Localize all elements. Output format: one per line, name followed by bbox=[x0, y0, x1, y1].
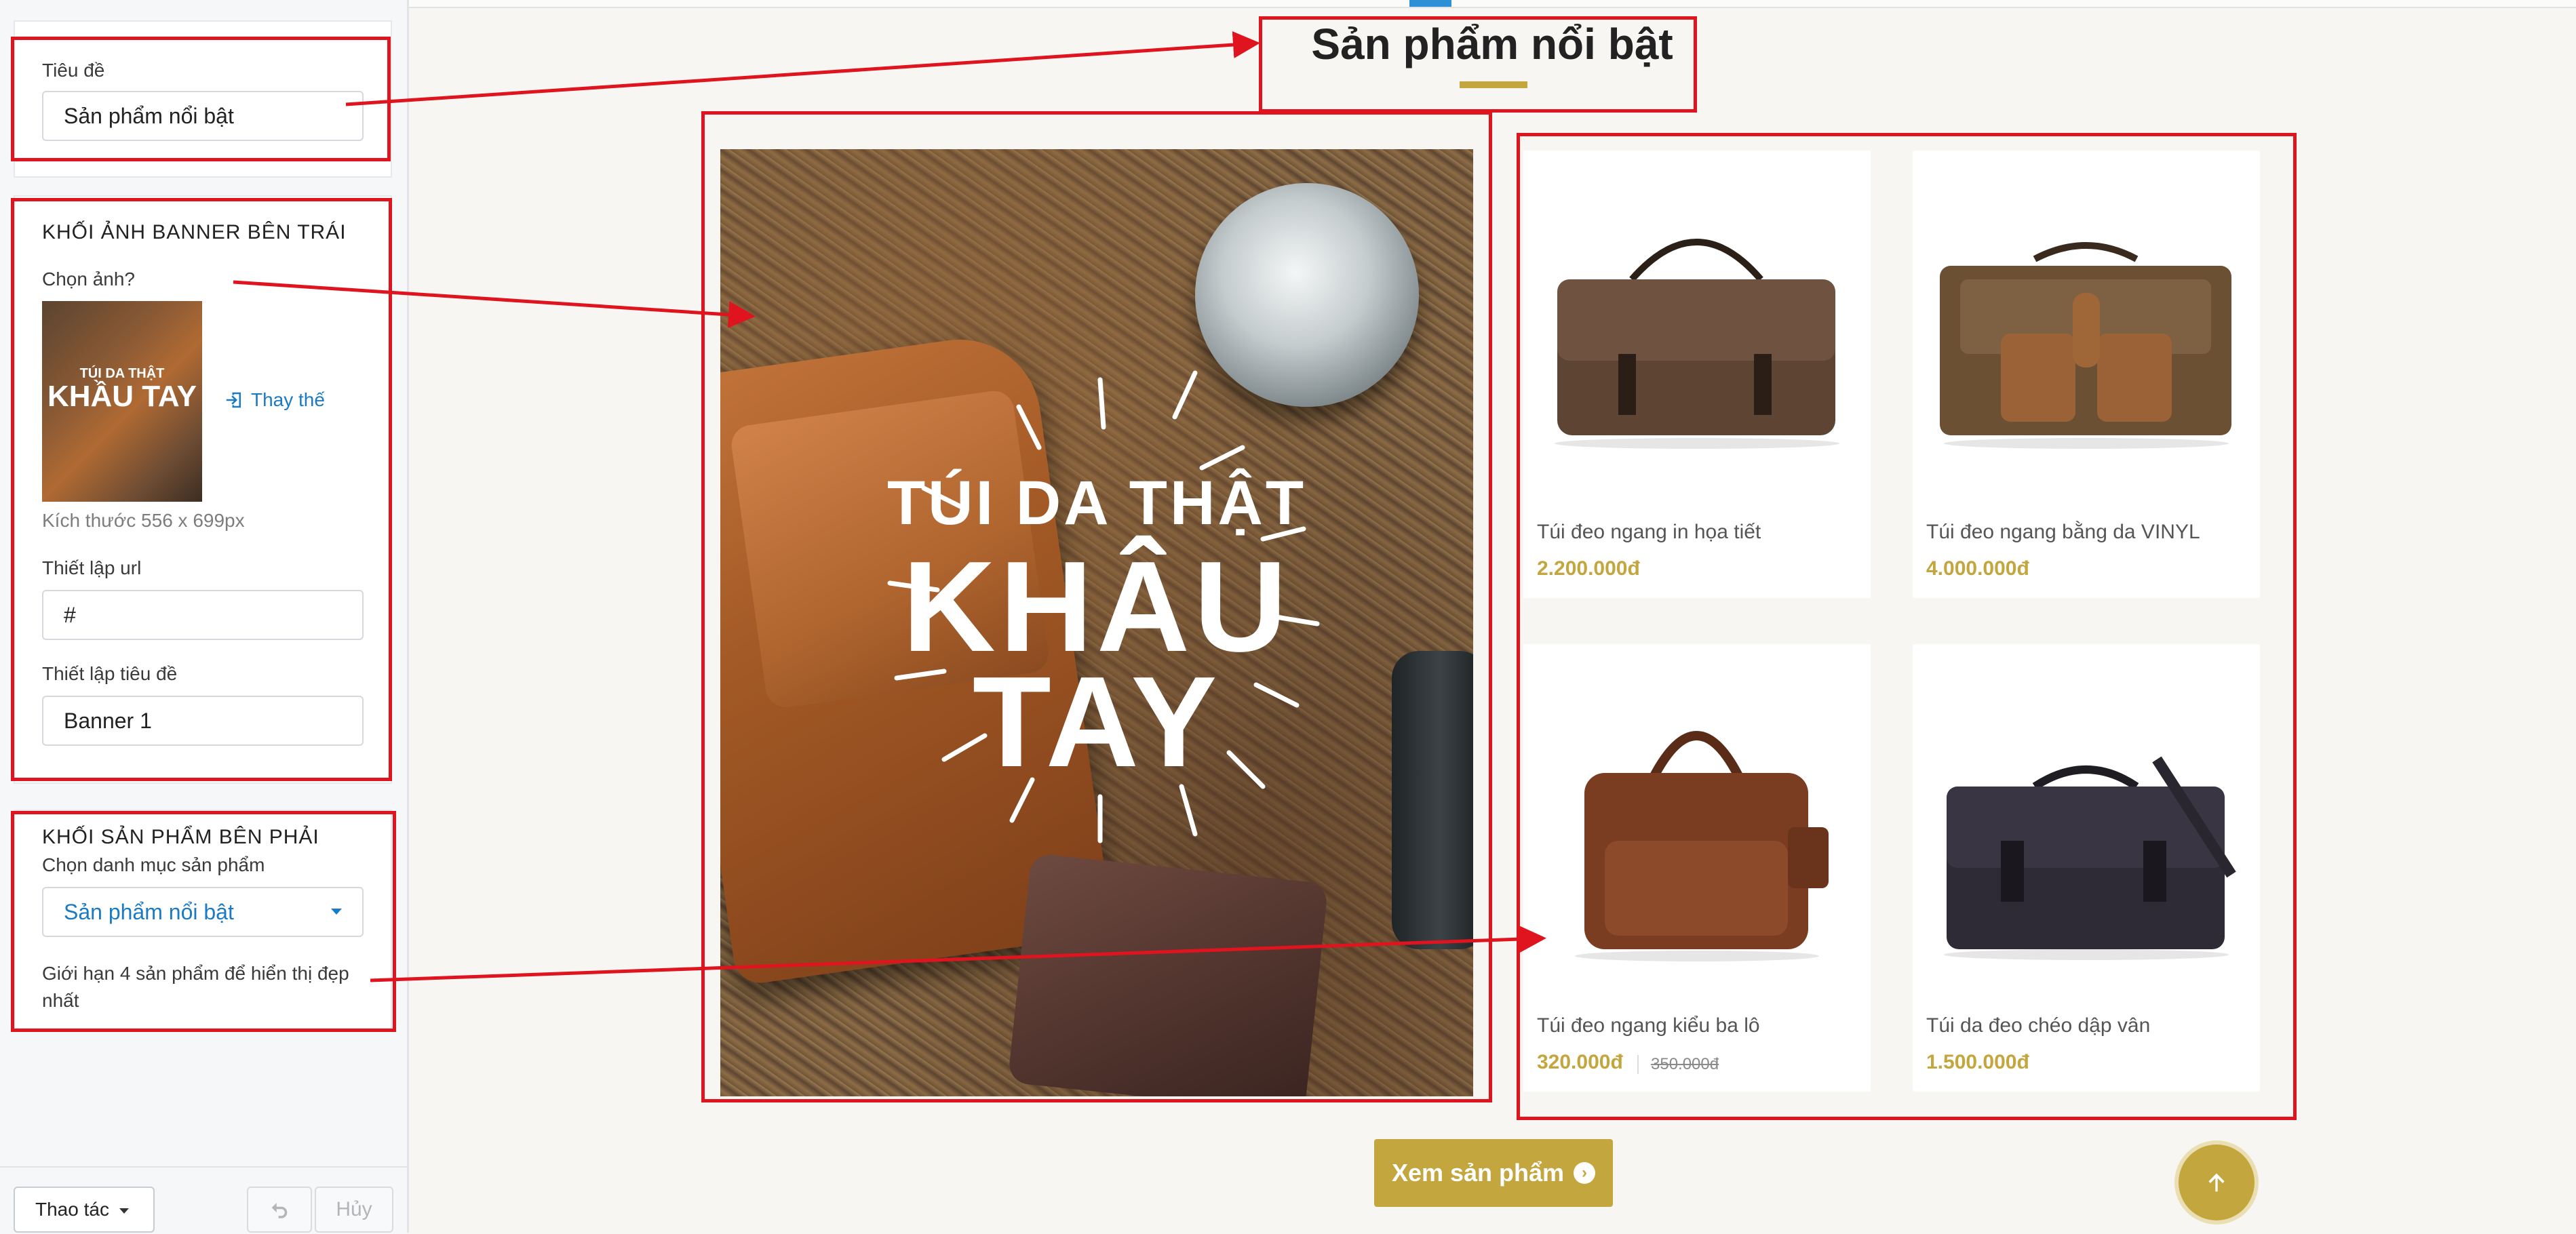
annotation-arrows bbox=[233, 31, 1546, 982]
